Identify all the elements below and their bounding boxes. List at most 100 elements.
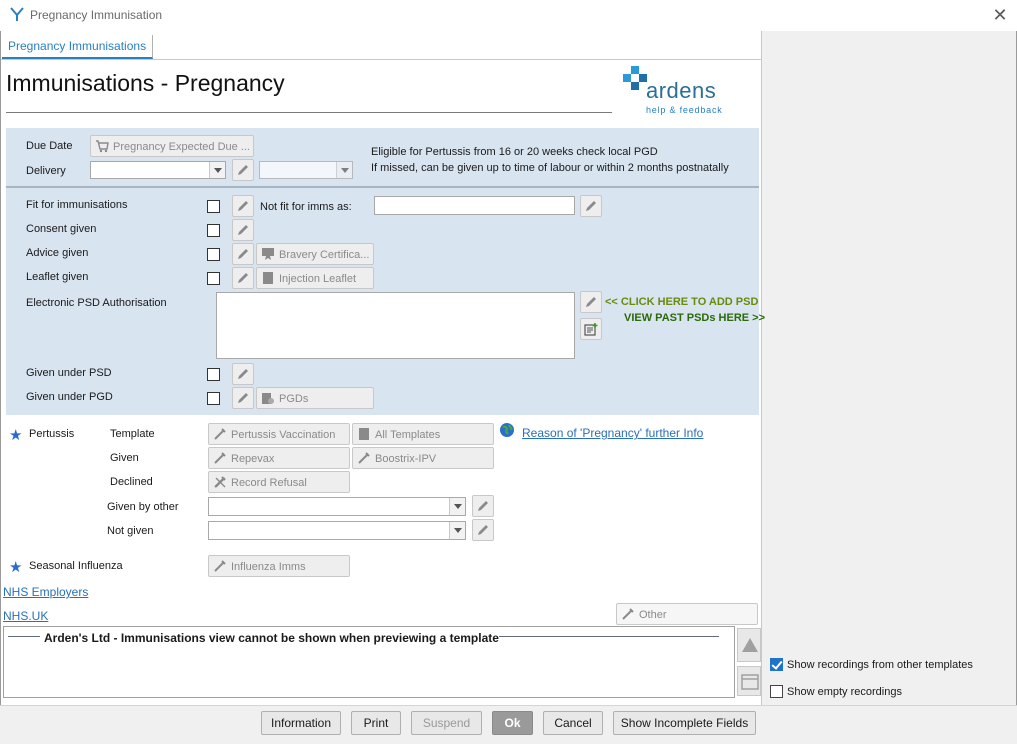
not-fit-edit-button[interactable] (580, 195, 602, 217)
preview-line-left (8, 636, 40, 637)
title-bar: Pregnancy Immunisation ✕ (0, 0, 1017, 31)
not-fit-input[interactable] (374, 196, 575, 215)
syringe-icon (213, 559, 227, 573)
fit-edit-button[interactable] (232, 195, 254, 217)
globe-icon[interactable] (499, 422, 515, 438)
record-refusal-label: Record Refusal (231, 477, 307, 489)
given-by-other-edit-button[interactable] (472, 495, 494, 517)
epsd-edit-button[interactable] (580, 291, 602, 313)
print-button[interactable]: Print (351, 711, 401, 735)
record-refusal-button[interactable]: Record Refusal (208, 471, 350, 493)
given-label: Given (110, 452, 139, 464)
pgds-label: PGDs (279, 393, 309, 405)
given-pgd-edit-button[interactable] (232, 387, 254, 409)
ardens-logo-text[interactable]: ardens (646, 78, 716, 104)
fit-label: Fit for immunisations (26, 199, 128, 211)
add-psd-button[interactable] (580, 318, 602, 340)
given-psd-edit-button[interactable] (232, 363, 254, 385)
not-given-label: Not given (107, 525, 154, 537)
declined-label: Declined (110, 476, 153, 488)
reason-further-info-link[interactable]: Reason of 'Pregnancy' further Info (522, 426, 703, 440)
star-icon: ★ (9, 559, 23, 576)
syringe-icon (357, 451, 371, 465)
click-add-psd-link[interactable]: << CLICK HERE TO ADD PSD (605, 296, 758, 308)
preview-line-right (499, 636, 719, 637)
show-other-checkbox[interactable] (770, 658, 783, 671)
pgd-icon (261, 391, 275, 405)
title-underline (6, 112, 612, 113)
suspend-button[interactable]: Suspend (411, 711, 482, 735)
all-templates-button[interactable]: All Templates (352, 423, 494, 445)
injection-leaflet-button[interactable]: Injection Leaflet (256, 267, 374, 289)
template-label: Template (110, 428, 155, 440)
repevax-button[interactable]: Repevax (208, 447, 350, 469)
bravery-certificate-button[interactable]: Bravery Certifica... (256, 243, 374, 265)
page-title: Immunisations - Pregnancy (6, 70, 285, 96)
boostrix-label: Boostrix-IPV (375, 453, 437, 465)
preview-message: Arden's Ltd - Immunisations view cannot … (44, 631, 499, 645)
alert-button[interactable] (737, 628, 761, 662)
boostrix-button[interactable]: Boostrix-IPV (352, 447, 494, 469)
syringe-icon (213, 451, 227, 465)
info-line-2: If missed, can be given up to time of la… (371, 162, 729, 174)
information-button[interactable]: Information (261, 711, 341, 735)
show-empty-label: Show empty recordings (787, 686, 902, 698)
pertussis-vaccination-button[interactable]: Pertussis Vaccination (208, 423, 350, 445)
window-title: Pregnancy Immunisation (30, 8, 163, 22)
nhs-employers-link[interactable]: NHS Employers (3, 585, 88, 599)
tab-pregnancy-immunisations[interactable]: Pregnancy Immunisations (2, 35, 154, 59)
cancel-button[interactable]: Cancel (543, 711, 603, 735)
given-by-other-select[interactable] (208, 497, 466, 516)
leaflet-checkbox[interactable] (207, 272, 220, 285)
close-icon[interactable]: ✕ (990, 6, 1010, 26)
help-feedback-link[interactable]: help & feedback (646, 105, 723, 115)
pgds-button[interactable]: PGDs (256, 387, 374, 409)
tab-divider (1, 59, 761, 60)
epsd-textarea[interactable] (216, 292, 575, 359)
show-other-label: Show recordings from other templates (787, 659, 973, 671)
chevron-down-icon (449, 522, 465, 539)
consent-checkbox[interactable] (207, 224, 220, 237)
all-templates-label: All Templates (375, 429, 441, 441)
leaflet-label: Leaflet given (26, 271, 89, 283)
given-by-other-label: Given by other (107, 501, 179, 513)
not-given-edit-button[interactable] (472, 519, 494, 541)
ok-button[interactable]: Ok (492, 711, 533, 735)
injection-leaflet-label: Injection Leaflet (279, 273, 357, 285)
cart-icon (95, 139, 109, 153)
view-past-psd-link[interactable]: VIEW PAST PSDs HERE >> (624, 312, 765, 324)
nhs-uk-link[interactable]: NHS.UK (3, 609, 48, 623)
delivery-label: Delivery (26, 165, 66, 177)
leaflet-icon (261, 271, 275, 285)
chevron-down-icon (209, 162, 225, 178)
given-psd-checkbox[interactable] (207, 368, 220, 381)
advice-edit-button[interactable] (232, 243, 254, 265)
warning-icon (741, 637, 759, 656)
show-empty-checkbox[interactable] (770, 685, 783, 698)
refusal-icon (213, 475, 227, 489)
certificate-icon (261, 247, 275, 261)
consent-edit-button[interactable] (232, 219, 254, 241)
influenza-imms-button[interactable]: Influenza Imms (208, 555, 350, 577)
fit-checkbox[interactable] (207, 200, 220, 213)
advice-checkbox[interactable] (207, 248, 220, 261)
delivery-date-select[interactable] (259, 161, 353, 179)
calendar-icon (741, 674, 759, 693)
grid-button[interactable] (737, 666, 761, 696)
due-date-label: Due Date (26, 140, 73, 152)
other-button[interactable]: Other (616, 603, 758, 625)
pregnancy-due-button[interactable]: Pregnancy Expected Due ... (90, 135, 254, 157)
not-given-select[interactable] (208, 521, 466, 540)
given-pgd-checkbox[interactable] (207, 392, 220, 405)
given-psd-label: Given under PSD (26, 367, 112, 379)
pregnancy-due-label: Pregnancy Expected Due ... (113, 141, 250, 153)
star-icon: ★ (9, 427, 23, 444)
delivery-select[interactable] (90, 161, 226, 179)
template-icon (357, 427, 371, 441)
leaflet-edit-button[interactable] (232, 267, 254, 289)
given-pgd-label: Given under PGD (26, 391, 113, 403)
delivery-edit-button[interactable] (232, 159, 254, 181)
syringe-icon (213, 427, 227, 441)
show-incomplete-fields-button[interactable]: Show Incomplete Fields (613, 711, 756, 735)
bravery-certificate-label: Bravery Certifica... (279, 249, 370, 261)
